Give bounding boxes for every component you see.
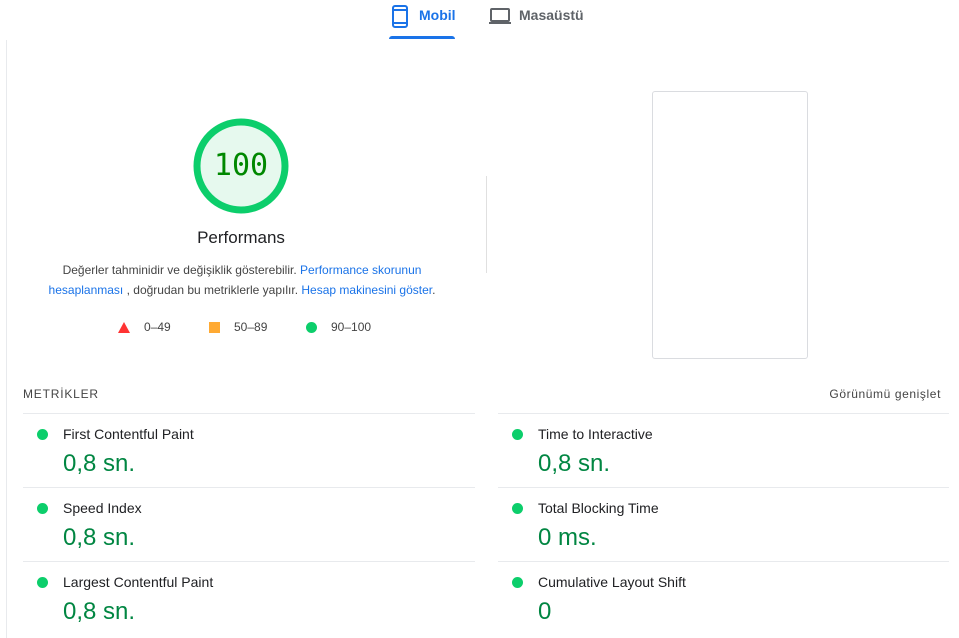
tab-desktop[interactable]: Masaüstü	[488, 0, 588, 40]
metric-cumulative-layout-shift: Cumulative Layout Shift 0	[498, 561, 949, 635]
pass-circle-icon	[512, 577, 523, 588]
metric-total-blocking-time: Total Blocking Time 0 ms.	[498, 487, 949, 561]
metrics-column-left: First Contentful Paint 0,8 sn. Speed Ind…	[23, 413, 475, 635]
pass-circle-icon	[512, 503, 523, 514]
description-text-2: , doğrudan bu metriklerle yapılır.	[126, 283, 299, 297]
legend-pass-range: 90–100	[331, 320, 372, 334]
metric-value: 0	[538, 598, 552, 625]
metric-label: First Contentful Paint	[63, 426, 194, 442]
circle-icon	[306, 321, 317, 333]
pass-circle-icon	[512, 429, 523, 440]
performance-score: 100	[213, 148, 269, 183]
legend-average-range: 50–89	[234, 320, 268, 334]
metric-label: Total Blocking Time	[538, 500, 659, 516]
description-text: Değerler tahminidir ve değişiklik göster…	[62, 263, 297, 277]
legend-fail: 0–49	[118, 320, 171, 334]
legend-average: 50–89	[209, 320, 267, 334]
score-description: Değerler tahminidir ve değişiklik göster…	[40, 260, 444, 300]
device-tabs: Mobil Masaüstü	[0, 0, 959, 40]
expand-view-toggle[interactable]: Görünümü genişlet	[829, 387, 941, 401]
triangle-icon	[118, 321, 130, 333]
tab-mobile-label: Mobil	[419, 7, 456, 23]
final-screenshot	[652, 91, 808, 359]
pass-circle-icon	[37, 429, 48, 440]
metric-value: 0,8 sn.	[63, 598, 136, 625]
smartphone-icon	[389, 5, 411, 28]
metric-label: Largest Contentful Paint	[63, 574, 214, 590]
gauge-title: Performans	[197, 228, 285, 247]
metric-label: Speed Index	[63, 500, 142, 516]
legend-pass: 90–100	[306, 320, 371, 334]
metric-time-to-interactive: Time to Interactive 0,8 sn.	[498, 413, 949, 487]
metric-value: 0,8 sn.	[63, 450, 136, 477]
tab-mobile[interactable]: Mobil	[389, 0, 456, 40]
pass-circle-icon	[37, 503, 48, 514]
metric-label: Time to Interactive	[538, 426, 653, 442]
show-calculator-link[interactable]: Hesap makinesini göster	[301, 283, 432, 297]
description-text-3: .	[432, 283, 436, 297]
active-tab-indicator	[389, 36, 455, 39]
left-border	[6, 40, 7, 638]
metric-first-contentful-paint: First Contentful Paint 0,8 sn.	[23, 413, 475, 487]
pass-circle-icon	[37, 577, 48, 588]
metrics-column-right: Time to Interactive 0,8 sn. Total Blocki…	[498, 413, 949, 635]
metric-label: Cumulative Layout Shift	[538, 574, 686, 590]
page: Mobil Masaüstü 100 Performans Değerler t…	[0, 0, 959, 638]
vertical-divider	[486, 176, 487, 273]
tab-desktop-label: Masaüstü	[519, 7, 584, 23]
score-calculation-link-text-a: Performance skorunun	[300, 263, 422, 277]
metric-value: 0 ms.	[538, 524, 597, 551]
score-calculation-link-text-b: hesaplanması	[48, 283, 124, 297]
score-legend: 0–49 50–89 90–100	[0, 320, 480, 336]
metric-value: 0,8 sn.	[63, 524, 136, 551]
square-icon	[209, 321, 220, 333]
metric-largest-contentful-paint: Largest Contentful Paint 0,8 sn.	[23, 561, 475, 635]
metrics-header: METRİKLER	[23, 387, 99, 401]
metric-value: 0,8 sn.	[538, 450, 611, 477]
laptop-icon	[488, 5, 511, 27]
performance-gauge[interactable]: 100	[193, 118, 289, 214]
legend-fail-range: 0–49	[144, 320, 171, 334]
metric-speed-index: Speed Index 0,8 sn.	[23, 487, 475, 561]
